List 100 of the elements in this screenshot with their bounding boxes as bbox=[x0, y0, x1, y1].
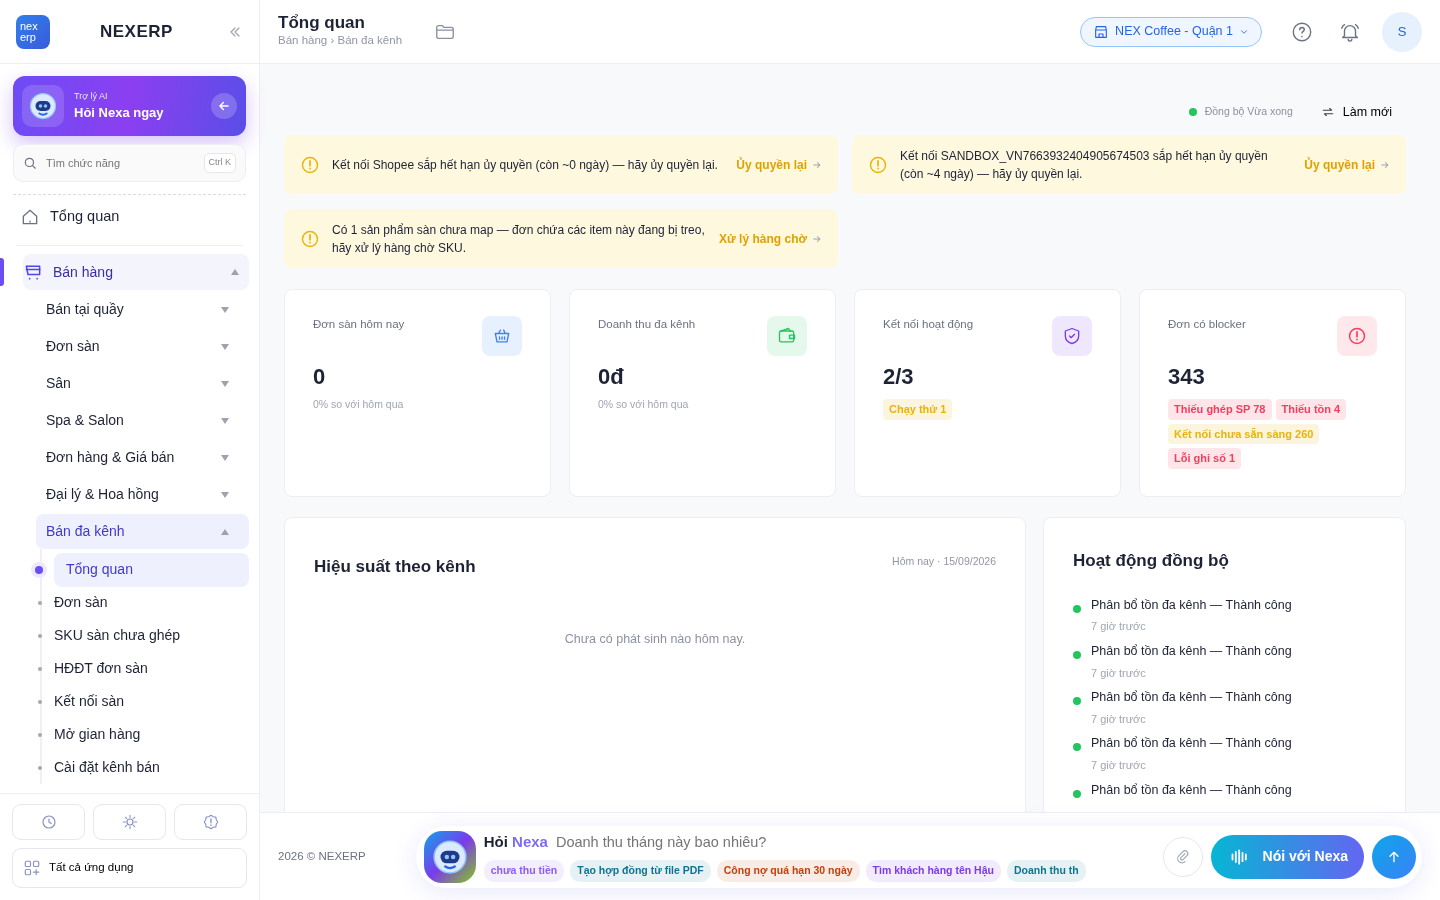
activity-text: Phân bổ tồn đa kênh — Thành công bbox=[1091, 735, 1292, 753]
alert-icon bbox=[1347, 326, 1367, 346]
activity-text: Phân bổ tồn đa kênh — Thành công bbox=[1091, 689, 1292, 706]
search-input[interactable]: Tìm chức năng bbox=[44, 153, 197, 173]
help-icon bbox=[1291, 20, 1313, 43]
alert-icon bbox=[201, 813, 220, 831]
wallet-icon bbox=[777, 326, 797, 346]
activity-text: Phân bổ tồn đa kênh — Thành công bbox=[1091, 642, 1292, 660]
stat-value: 0đ bbox=[598, 363, 625, 391]
shield-icon bbox=[1062, 326, 1082, 346]
send-button[interactable] bbox=[1372, 834, 1416, 879]
stat-comparison: 0% so với hôm qua bbox=[598, 397, 690, 412]
home-icon bbox=[20, 207, 40, 227]
ask-label: Hỏi Nexa bbox=[483, 832, 548, 853]
all-apps-button[interactable]: Tất cả ứng dụng bbox=[12, 848, 247, 888]
bullet-dot bbox=[38, 765, 42, 770]
nav-subitem[interactable]: Mở gian hàng bbox=[54, 724, 141, 745]
brand-name: NEXERP bbox=[100, 20, 174, 43]
bullet-dot bbox=[38, 732, 42, 737]
nav-subitem[interactable]: Tổng quan bbox=[54, 552, 249, 587]
nav-item[interactable]: Đơn hàng & Giá bán bbox=[36, 440, 249, 475]
sun-icon bbox=[120, 813, 139, 831]
nav-item[interactable]: Sân bbox=[36, 366, 249, 401]
clock-icon bbox=[39, 813, 58, 831]
nav-subitem[interactable]: SKU sàn chưa ghép bbox=[54, 625, 181, 646]
breadcrumb: Bán hàng › Bán đa kênh bbox=[278, 33, 403, 49]
suggestion-chip[interactable]: Tìm khách hàng tên Hậu bbox=[865, 860, 1001, 882]
panel-title: Hoạt động đồng bộ bbox=[1073, 550, 1230, 572]
stat-label: Doanh thu đa kênh bbox=[598, 317, 696, 332]
status-tag: Chạy thử 1 bbox=[883, 399, 953, 420]
nav-item[interactable]: Spa & Salon bbox=[36, 403, 249, 438]
arrow-left-icon bbox=[217, 99, 231, 113]
robot-icon bbox=[430, 837, 469, 876]
activity-time: 7 giờ trước bbox=[1091, 665, 1147, 681]
panel-title: Hiệu suất theo kênh bbox=[314, 556, 476, 578]
sync-status: Đồng bộ Vừa xong bbox=[1204, 104, 1293, 120]
warning-icon bbox=[868, 154, 888, 175]
arrow-right-icon bbox=[812, 159, 822, 170]
shortcut-hint: Ctrl K bbox=[203, 153, 236, 173]
activity-time: 7 giờ trước bbox=[1091, 758, 1147, 773]
refresh-button[interactable]: Làm mới bbox=[1306, 102, 1406, 122]
alert-button[interactable] bbox=[174, 804, 247, 840]
active-indicator bbox=[0, 258, 4, 286]
arrow-right-icon bbox=[1380, 159, 1390, 170]
ai-assistant-button[interactable]: Trợ lý AI Hỏi Nexa ngay bbox=[13, 76, 246, 136]
status-tag: Kết nối chưa sẵn sàng 260 bbox=[1168, 423, 1320, 444]
activity-time: 7 giờ trước bbox=[1091, 619, 1147, 635]
bullet-dot bbox=[35, 565, 43, 574]
warning-icon bbox=[300, 228, 320, 249]
nav-subitem[interactable]: Cài đặt kênh bán bbox=[54, 757, 160, 778]
page-title: Tổng quan bbox=[278, 13, 366, 33]
search-icon bbox=[23, 156, 37, 170]
status-tag: Thiếu tồn 4 bbox=[1275, 399, 1347, 420]
user-avatar[interactable]: S bbox=[1382, 11, 1422, 52]
assistant-label: Trợ lý AI bbox=[74, 89, 109, 103]
voice-button[interactable]: Nói với Nexa bbox=[1210, 834, 1364, 879]
suggestion-chip[interactable]: Tạo hợp đồng từ file PDF bbox=[570, 860, 711, 882]
activity-time: 7 giờ trước bbox=[1091, 711, 1147, 727]
bullet-dot bbox=[38, 633, 42, 638]
stat-label: Đơn sàn hôm nay bbox=[313, 317, 405, 332]
stat-label: Kết nối hoạt động bbox=[883, 317, 974, 332]
nav-item[interactable]: Đại lý & Hoa hồng bbox=[36, 477, 249, 512]
store-icon bbox=[1093, 23, 1110, 40]
suggestion-chip[interactable]: Doanh thu th bbox=[1006, 860, 1086, 882]
nav-subitem[interactable]: Đơn sàn bbox=[54, 592, 108, 613]
cart-icon bbox=[23, 262, 43, 282]
suggestion-chip[interactable]: Công nợ quá hạn 30 ngày bbox=[716, 860, 860, 882]
store-selector[interactable]: NEX Coffee - Quận 1 bbox=[1080, 16, 1262, 47]
bullet-dot bbox=[38, 600, 42, 605]
clock-button[interactable] bbox=[12, 804, 85, 840]
suggestion-chip[interactable]: chưa thu tiền bbox=[483, 860, 565, 882]
nav-item[interactable]: Bán tại quầy bbox=[36, 292, 249, 327]
logo-text: nex bbox=[20, 20, 39, 32]
arrow-right-icon bbox=[812, 233, 822, 244]
nav-item[interactable]: Đơn sàn bbox=[36, 329, 249, 364]
alert-text: Kết nối Shopee sắp hết hạn ủy quyền (còn ~0 ngày) — hãy ủy quyền lại. bbox=[332, 156, 719, 174]
date-label: Hôm nay · 15/09/2026 bbox=[892, 554, 996, 569]
paperclip-icon bbox=[1174, 848, 1191, 865]
activity-text: Phân bổ tồn đa kênh — Thành công bbox=[1091, 781, 1292, 799]
bullet-dot bbox=[38, 699, 42, 704]
sun-button[interactable] bbox=[93, 804, 166, 840]
copyright-text: 2026 © NEXERP bbox=[278, 848, 366, 864]
status-tag: Lỗi ghi số 1 bbox=[1168, 448, 1242, 469]
nav-subitem[interactable]: Kết nối sàn bbox=[54, 691, 125, 712]
status-tag: Thiếu ghép SP 78 bbox=[1168, 399, 1272, 420]
nav-item[interactable]: Bán đa kênh bbox=[36, 514, 249, 549]
logo[interactable]: nex erp bbox=[16, 14, 50, 49]
search-field[interactable]: Tìm chức năng Ctrl K bbox=[13, 144, 246, 182]
stat-comparison: 0% so với hôm qua bbox=[313, 397, 405, 412]
stat-value: 2/3 bbox=[883, 363, 915, 391]
bullet-dot bbox=[38, 666, 42, 671]
robot-icon bbox=[28, 91, 58, 121]
activity-text: Phân bổ tồn đa kênh — Thành công bbox=[1091, 596, 1292, 614]
apps-icon bbox=[23, 859, 41, 877]
refresh-icon bbox=[1320, 105, 1335, 119]
nav-subitem[interactable]: HĐĐT đơn sàn bbox=[54, 658, 148, 679]
nav-item[interactable]: Tổng quan bbox=[0, 197, 259, 237]
alert-text: Có 1 sản phẩm sàn chưa map — đơn chứa các item này đang bị treo, hãy xử lý hàng chờ SKU. bbox=[332, 221, 706, 257]
logo-text: erp bbox=[20, 31, 37, 43]
assistant-title: Hỏi Nexa ngay bbox=[74, 104, 164, 122]
